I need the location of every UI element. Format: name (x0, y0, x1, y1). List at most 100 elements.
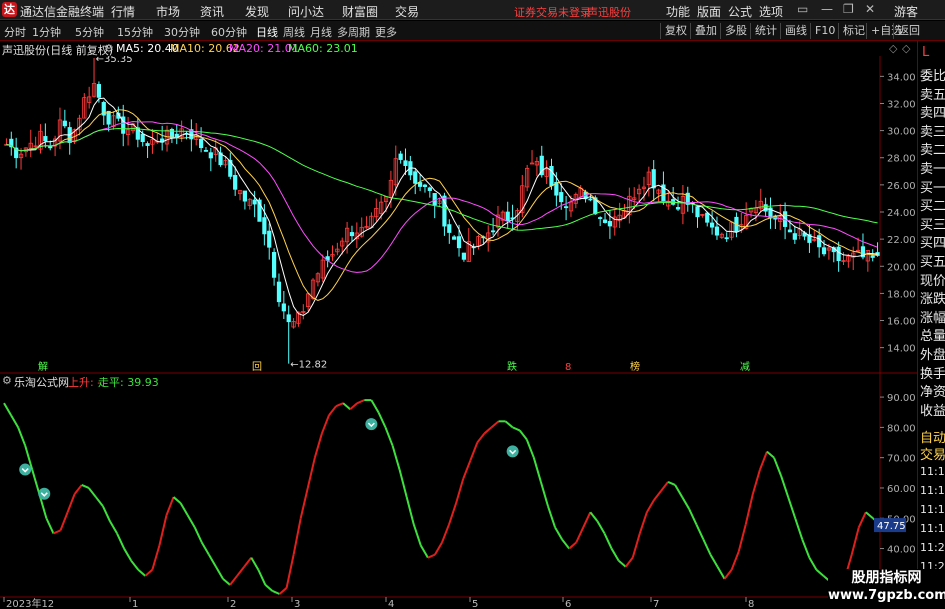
indicator-fall-segment (215, 566, 224, 580)
chevron-right-icon[interactable]: ◇ (902, 42, 910, 55)
indicator-fall-segment (667, 480, 676, 486)
indicator-fall-segment (688, 508, 698, 525)
back-button[interactable]: 返回 (893, 23, 924, 39)
period-60min[interactable]: 60分钟 (211, 24, 247, 40)
price-chart: ←35.35 ←12.82 (4, 56, 880, 371)
menu-formula[interactable]: 公式 (728, 3, 752, 20)
gear-icon[interactable]: ⚙ (2, 374, 12, 387)
login-status[interactable]: 证券交易未登录 (514, 4, 591, 20)
menu-wealth-circle[interactable]: 财富圈 (342, 3, 378, 20)
candle-down (198, 138, 204, 149)
signal-badge (506, 445, 519, 458)
indicator-rise-segment (758, 451, 768, 471)
indicator-rise-segment (462, 460, 472, 480)
indicator-fall-segment (716, 566, 726, 580)
window-layout-icon[interactable]: ▭ (797, 2, 808, 16)
period-multi[interactable]: 多周期 (337, 24, 370, 40)
indicator-fall-segment (3, 402, 12, 416)
restore-icon[interactable]: ❐ (843, 2, 854, 16)
period-more[interactable]: 更多 (375, 24, 397, 40)
statistics-button[interactable]: 统计 (750, 23, 781, 39)
candle-down (233, 175, 238, 190)
quote-field-label: 卖四 (920, 106, 945, 122)
adjust-button[interactable]: 复权 (660, 23, 691, 39)
menu-ask-xiaoda[interactable]: 问小达 (288, 3, 324, 20)
indicator-rise-segment (582, 511, 592, 528)
indicator-current-label: 47.75 (877, 521, 906, 532)
candle-down (709, 222, 715, 228)
indicator-rise-segment (328, 405, 337, 416)
ma60-label: MA60: 23.01 (288, 42, 358, 55)
candle-down (427, 187, 432, 191)
menu-news[interactable]: 资讯 (200, 3, 224, 20)
indicator-rise-segment (243, 557, 253, 568)
quote-field-label: 现价 (920, 273, 945, 289)
indicator-fall-segment (674, 484, 684, 498)
period-15min[interactable]: 15分钟 (117, 24, 153, 40)
candle-down (763, 204, 768, 212)
candle-down (242, 190, 248, 202)
period-30min[interactable]: 30分钟 (164, 24, 200, 40)
indicator-rise-segment (483, 426, 493, 435)
menu-options[interactable]: 选项 (759, 3, 783, 20)
f10-button[interactable]: F10 (810, 23, 839, 39)
candle-down (286, 314, 291, 323)
app-name: 通达信金融终端 (20, 5, 105, 19)
date-tick-label: 3 (294, 599, 300, 609)
candle-down (140, 133, 145, 143)
period-1min[interactable]: 1分钟 (32, 24, 61, 40)
indicator-fall-segment (109, 520, 118, 534)
low-price-label: ←12.82 (290, 360, 327, 371)
indicator-rise-segment (660, 481, 669, 492)
indicator-tick-label: 90.00 (887, 393, 916, 404)
indicator-fall-segment (101, 505, 111, 522)
indicator-rise-segment (730, 551, 740, 571)
price-tick-label: 16.00 (887, 317, 916, 328)
menu-discover[interactable]: 发现 (245, 3, 269, 20)
candle-down (203, 149, 209, 152)
indicator-rise-segment (441, 523, 450, 543)
candle-down (281, 303, 286, 312)
candle-down (792, 233, 797, 240)
panel-collapse-button[interactable]: L (922, 45, 929, 60)
quote-field-label[interactable]: 交易 (920, 444, 945, 463)
period-weekly[interactable]: 周线 (283, 24, 305, 40)
indicator-fall-segment (518, 429, 528, 441)
candle-down (267, 230, 272, 248)
period-intraday[interactable]: 分时 (4, 24, 26, 40)
menu-market-quotes[interactable]: 行情 (111, 3, 135, 20)
indicator-tick-label: 70.00 (887, 454, 916, 465)
diamond-icon[interactable]: ◇ (889, 42, 897, 55)
indicator-fall-segment (596, 520, 606, 534)
indicator-fall-segment (384, 427, 394, 446)
indicator-fall-segment (116, 532, 126, 549)
mark-button[interactable]: 标记 (838, 23, 869, 39)
menu-trade[interactable]: 交易 (395, 3, 419, 20)
trade-time: 11:19 (920, 503, 945, 516)
guest-user[interactable]: 游客 (894, 3, 918, 20)
quote-side-panel: L 委比 卖五 卖四 卖三 卖二 卖一 买一 买二 买三 买四 买五 现价 涨跌 涨幅 总量 外盘 换手 净资 收益… (917, 41, 945, 609)
close-icon[interactable]: ✕ (865, 2, 875, 16)
period-5min[interactable]: 5分钟 (75, 24, 104, 40)
draw-line-button[interactable]: 画线 (780, 23, 811, 39)
trade-time: 11:20 (920, 541, 945, 554)
minimize-icon[interactable]: — (821, 2, 833, 16)
menu-market[interactable]: 市场 (156, 3, 180, 20)
gear-icon[interactable]: ⚙ (104, 42, 114, 55)
candle-down (271, 252, 277, 278)
candle-down (602, 219, 608, 223)
candle-down (598, 217, 603, 219)
indicator-rise-segment (737, 524, 747, 552)
period-daily[interactable]: 日线 (256, 24, 278, 40)
overlay-button[interactable]: 叠加 (690, 23, 721, 39)
quote-field-label: 涨幅 (920, 310, 945, 326)
menu-layout[interactable]: 版面 (697, 3, 721, 20)
signal-badge (19, 463, 32, 476)
indicator-fall-segment (342, 402, 351, 410)
chart-canvas[interactable]: ←35.35←12.82 34.0032.0030.0028.0026.0024… (0, 56, 917, 609)
multi-stock-button[interactable]: 多股 (720, 23, 751, 39)
period-monthly[interactable]: 月线 (310, 24, 332, 40)
price-tick-label: 22.00 (887, 235, 916, 246)
quote-field-label: 涨跌 (920, 292, 945, 308)
menu-functions[interactable]: 功能 (666, 3, 690, 20)
